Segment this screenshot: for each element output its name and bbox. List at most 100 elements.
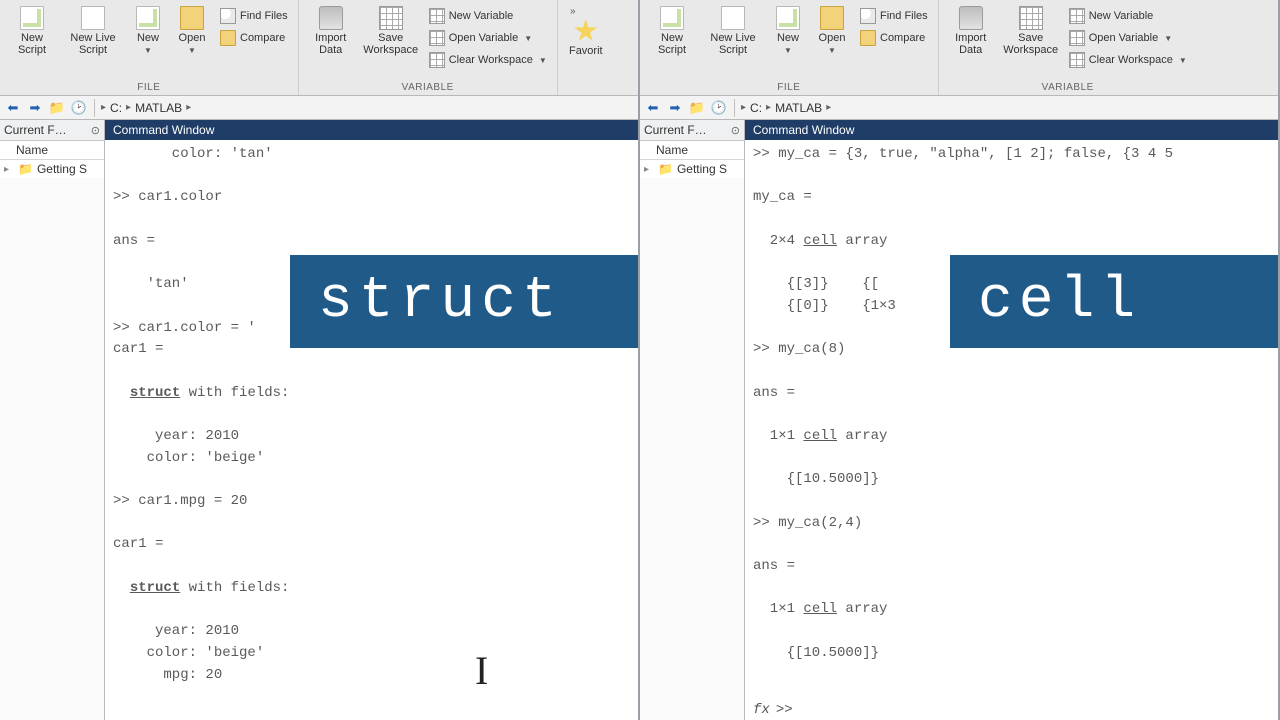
clear-workspace-button[interactable]: Clear Workspace ▼ — [425, 50, 551, 70]
find-files-button[interactable]: Find Files — [856, 6, 932, 26]
overlay-label-struct: struct — [290, 255, 638, 348]
nav-history-icon[interactable]: 🕑 — [710, 99, 728, 117]
group-file: New Script New Live Script New ▼ Open ▼ — [0, 0, 299, 95]
new-variable-button[interactable]: New Variable — [425, 6, 551, 26]
nav-history-icon[interactable]: 🕑 — [70, 99, 88, 117]
new-live-script-icon — [81, 6, 105, 30]
compare-button[interactable]: Compare — [216, 28, 292, 48]
nav-back-icon[interactable]: ⬅ — [644, 99, 662, 117]
toolstrip: New Script New Live Script New ▼ Open ▼ — [640, 0, 1278, 96]
new-live-script-button[interactable]: New Live Script — [702, 4, 764, 58]
open-variable-icon — [429, 30, 445, 46]
toolstrip: New Script New Live Script New ▼ Open ▼ — [0, 0, 638, 96]
new-live-script-button[interactable]: New Live Script — [62, 4, 124, 58]
new-button[interactable]: New ▼ — [768, 4, 808, 57]
open-icon — [820, 6, 844, 30]
folder-icon: 📁 — [658, 162, 673, 176]
current-folder-panel: Current F… ⊙ Name ▸ 📁 Getting S — [0, 120, 105, 720]
group-file-label: FILE — [646, 80, 932, 93]
chevron-down-icon: ▼ — [784, 46, 792, 55]
nav-fwd-icon[interactable]: ➡ — [666, 99, 684, 117]
tree-expand-icon[interactable]: ▸ — [4, 164, 14, 175]
nav-up-icon[interactable]: 📁 — [48, 99, 66, 117]
command-prompt[interactable]: fx >> — [745, 700, 1278, 720]
chevron-down-icon: ▼ — [1179, 56, 1187, 65]
group-favorites: » Favorit — [558, 0, 614, 95]
main-area: Current F… ⊙ Name ▸ 📁 Getting S Command … — [640, 120, 1278, 720]
save-workspace-button[interactable]: Save Workspace — [361, 4, 421, 58]
group-variable: Import Data Save Workspace New Variable … — [299, 0, 558, 95]
left-pane: New Script New Live Script New ▼ Open ▼ — [0, 0, 640, 720]
current-folder-title: Current F… ⊙ — [0, 120, 104, 141]
column-header-name[interactable]: Name — [0, 141, 104, 160]
chevron-down-icon: ▼ — [188, 46, 196, 55]
dock-icon[interactable]: ⊙ — [91, 124, 100, 137]
dock-icon[interactable]: ⊙ — [731, 124, 740, 137]
command-window-body[interactable]: >> my_ca = {3, true, "alpha", [1 2]; fal… — [745, 140, 1278, 700]
new-icon — [776, 6, 800, 30]
command-window-body[interactable]: color: 'tan' >> car1.color ans = 'tan' >… — [105, 140, 638, 720]
new-script-icon — [660, 6, 684, 30]
find-files-icon — [220, 8, 236, 24]
main-area: Current F… ⊙ Name ▸ 📁 Getting S Command … — [0, 120, 638, 720]
open-variable-button[interactable]: Open Variable ▼ — [1065, 28, 1191, 48]
open-variable-button[interactable]: Open Variable ▼ — [425, 28, 551, 48]
new-button[interactable]: New ▼ — [128, 4, 168, 57]
save-workspace-button[interactable]: Save Workspace — [1001, 4, 1061, 58]
chevron-down-icon: ▼ — [524, 34, 532, 43]
overflow-chevron-icon[interactable]: » — [564, 4, 582, 17]
favorites-icon — [574, 19, 598, 43]
import-data-icon — [959, 6, 983, 30]
clear-workspace-button[interactable]: Clear Workspace ▼ — [1065, 50, 1191, 70]
open-icon — [180, 6, 204, 30]
save-workspace-icon — [1019, 6, 1043, 30]
address-bar: ⬅ ➡ 📁 🕑 ▸ C: ▸ MATLAB ▸ — [0, 96, 638, 120]
chevron-down-icon: ▼ — [1164, 34, 1172, 43]
command-window: Command Window color: 'tan' >> car1.colo… — [105, 120, 638, 720]
clear-workspace-icon — [1069, 52, 1085, 68]
group-variable-label: VARIABLE — [305, 80, 551, 93]
new-script-button[interactable]: New Script — [6, 4, 58, 58]
nav-back-icon[interactable]: ⬅ — [4, 99, 22, 117]
nav-up-icon[interactable]: 📁 — [688, 99, 706, 117]
tree-expand-icon[interactable]: ▸ — [644, 164, 654, 175]
address-bar: ⬅ ➡ 📁 🕑 ▸ C: ▸ MATLAB ▸ — [640, 96, 1278, 120]
nav-fwd-icon[interactable]: ➡ — [26, 99, 44, 117]
new-variable-icon — [1069, 8, 1085, 24]
open-variable-icon — [1069, 30, 1085, 46]
folder-row[interactable]: ▸ 📁 Getting S — [640, 160, 744, 178]
favorites-button[interactable]: Favorit — [564, 17, 608, 59]
new-variable-button[interactable]: New Variable — [1065, 6, 1191, 26]
overlay-label-cell: cell — [950, 255, 1278, 348]
new-live-script-icon — [721, 6, 745, 30]
breadcrumb[interactable]: ▸ C: ▸ MATLAB ▸ — [741, 101, 831, 115]
column-header-name[interactable]: Name — [640, 141, 744, 160]
breadcrumb[interactable]: ▸ C: ▸ MATLAB ▸ — [101, 101, 191, 115]
folder-row[interactable]: ▸ 📁 Getting S — [0, 160, 104, 178]
open-button[interactable]: Open ▼ — [172, 4, 212, 57]
group-variable: Import Data Save Workspace New Variable … — [939, 0, 1197, 95]
right-pane: New Script New Live Script New ▼ Open ▼ — [640, 0, 1280, 720]
find-files-button[interactable]: Find Files — [216, 6, 292, 26]
chevron-down-icon: ▼ — [828, 46, 836, 55]
new-icon — [136, 6, 160, 30]
clear-workspace-icon — [429, 52, 445, 68]
import-data-button[interactable]: Import Data — [305, 4, 357, 58]
import-data-button[interactable]: Import Data — [945, 4, 997, 58]
new-variable-icon — [429, 8, 445, 24]
command-window-title: Command Window — [105, 120, 638, 140]
find-files-icon — [860, 8, 876, 24]
folder-icon: 📁 — [18, 162, 33, 176]
save-workspace-icon — [379, 6, 403, 30]
open-button[interactable]: Open ▼ — [812, 4, 852, 57]
chevron-down-icon: ▼ — [539, 56, 547, 65]
command-window-title: Command Window — [745, 120, 1278, 140]
new-script-button[interactable]: New Script — [646, 4, 698, 58]
group-variable-label: VARIABLE — [945, 80, 1191, 93]
current-folder-panel: Current F… ⊙ Name ▸ 📁 Getting S — [640, 120, 745, 720]
compare-icon — [860, 30, 876, 46]
fx-icon[interactable]: fx — [753, 702, 770, 718]
import-data-icon — [319, 6, 343, 30]
compare-button[interactable]: Compare — [856, 28, 932, 48]
group-file-label: FILE — [6, 80, 292, 93]
